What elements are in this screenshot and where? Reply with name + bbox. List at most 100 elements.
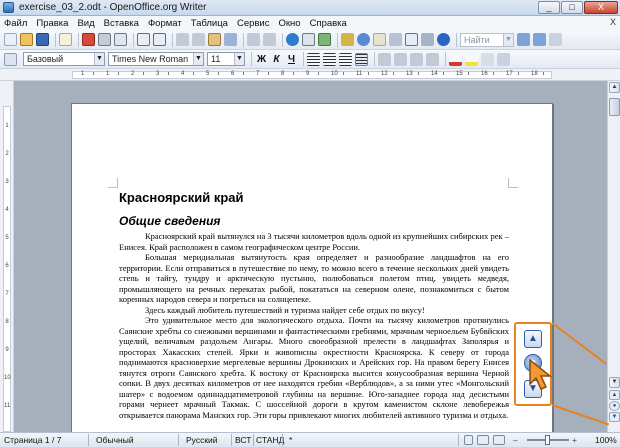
menu-format[interactable]: Формат xyxy=(148,18,182,29)
menu-insert[interactable]: Вставка xyxy=(104,18,139,29)
italic-button[interactable]: К xyxy=(270,53,283,66)
find-previous-icon[interactable] xyxy=(533,33,546,46)
toolbar-separator xyxy=(55,32,56,47)
navigator-icon[interactable] xyxy=(357,33,370,46)
numbering-icon[interactable] xyxy=(378,52,391,66)
nonprinting-characters-icon[interactable] xyxy=(405,33,418,46)
menu-bar: Файл Правка Вид Вставка Формат Таблица С… xyxy=(0,16,620,30)
menu-window[interactable]: Окно xyxy=(278,18,300,29)
page-indicator[interactable]: Страница 1 / 7 xyxy=(4,435,61,446)
navigation-icon[interactable]: ● xyxy=(609,401,620,411)
scroll-up-arrow-icon[interactable]: ▲ xyxy=(609,82,620,93)
bold-button[interactable]: Ж xyxy=(255,53,268,66)
zoom-in-icon[interactable]: + xyxy=(572,435,577,446)
undo-icon[interactable] xyxy=(247,33,260,46)
ruler-number: 1 xyxy=(106,71,110,77)
ruler-tick xyxy=(193,72,194,75)
zoom-icon[interactable] xyxy=(421,33,434,46)
menu-edit[interactable]: Правка xyxy=(36,18,68,29)
ruler-number: 1 xyxy=(81,71,85,77)
help-icon[interactable] xyxy=(437,33,450,46)
document-page[interactable]: Красноярский край Общие сведения Красноя… xyxy=(71,103,553,432)
paragraph-style-select[interactable]: Базовый ▼ xyxy=(23,52,105,66)
chevron-down-icon: ▼ xyxy=(503,33,513,46)
zoom-out-icon[interactable]: – xyxy=(513,435,518,446)
spellcheck-icon[interactable] xyxy=(137,33,150,46)
new-document-icon[interactable] xyxy=(4,33,17,46)
toolbar-options-icon[interactable] xyxy=(549,33,562,46)
ruler-number: 3 xyxy=(156,71,160,77)
save-icon[interactable] xyxy=(36,33,49,46)
background-color-icon[interactable] xyxy=(481,52,494,66)
paste-icon[interactable] xyxy=(208,33,221,46)
menu-view[interactable]: Вид xyxy=(77,18,94,29)
scroll-down-arrow-icon[interactable]: ▼ xyxy=(609,377,620,388)
find-replace-icon[interactable] xyxy=(341,33,354,46)
ruler-number: 18 xyxy=(531,71,538,77)
selection-mode-label[interactable]: СТАНД xyxy=(256,435,284,446)
vertical-scrollbar[interactable]: ▲ ▼ ▲ ● ▼ xyxy=(607,81,620,432)
minimize-button[interactable]: _ xyxy=(538,1,560,14)
language-label[interactable]: Русский xyxy=(186,435,218,446)
chevron-down-icon: ▼ xyxy=(234,53,244,65)
ruler-tick xyxy=(543,72,544,75)
export-pdf-icon[interactable] xyxy=(82,33,95,46)
menu-table[interactable]: Таблица xyxy=(191,18,228,29)
menu-help[interactable]: Справка xyxy=(310,18,347,29)
align-right-icon[interactable] xyxy=(339,52,352,66)
page-style-label[interactable]: Обычный xyxy=(96,435,134,446)
next-page-icon[interactable]: ▼ xyxy=(609,412,620,422)
bullets-icon[interactable] xyxy=(394,52,407,66)
justify-icon[interactable] xyxy=(355,52,368,66)
text-boundary-corner xyxy=(108,178,118,188)
align-center-icon[interactable] xyxy=(323,52,336,66)
zoom-level[interactable]: 100% xyxy=(595,435,617,446)
edit-file-icon[interactable] xyxy=(59,33,72,46)
toolbar-options-icon[interactable] xyxy=(497,52,510,66)
open-folder-icon[interactable] xyxy=(20,33,33,46)
underline-button[interactable]: Ч xyxy=(285,53,298,66)
single-page-view-icon[interactable] xyxy=(464,435,473,445)
increase-indent-icon[interactable] xyxy=(426,52,439,66)
show-draw-functions-icon[interactable] xyxy=(318,33,331,46)
multi-page-view-icon[interactable] xyxy=(477,435,489,445)
find-text-input[interactable]: Найти ▼ xyxy=(460,32,514,47)
status-divider xyxy=(178,434,179,446)
vertical-ruler[interactable]: 1 2 3 4 5 6 7 8 9 10 11 xyxy=(0,81,14,432)
close-window-button[interactable]: X xyxy=(584,1,618,14)
font-size-select[interactable]: 11 ▼ xyxy=(207,52,245,66)
table-icon[interactable] xyxy=(302,33,315,46)
clone-formatting-icon[interactable] xyxy=(224,33,237,46)
redo-icon[interactable] xyxy=(263,33,276,46)
print-icon[interactable] xyxy=(98,33,111,46)
ruler-number: 3 xyxy=(5,179,9,185)
book-view-icon[interactable] xyxy=(493,435,505,445)
styles-formatting-icon[interactable] xyxy=(4,52,17,66)
text-boundary-corner xyxy=(508,178,518,188)
data-sources-icon[interactable] xyxy=(389,33,402,46)
previous-page-icon[interactable]: ▲ xyxy=(609,390,620,400)
autospellcheck-icon[interactable] xyxy=(153,33,166,46)
font-name-select[interactable]: Times New Roman ▼ xyxy=(108,52,204,66)
align-left-icon[interactable] xyxy=(307,52,320,66)
insert-mode-label[interactable]: ВСТ xyxy=(235,435,251,446)
horizontal-ruler[interactable]: 1 1 2 3 4 5 6 7 8 9 10 11 12 13 14 15 16 17 18 xyxy=(0,69,620,81)
menu-tools[interactable]: Сервис xyxy=(237,18,270,29)
decrease-indent-icon[interactable] xyxy=(410,52,423,66)
font-color-icon[interactable] xyxy=(449,52,462,66)
print-preview-icon[interactable] xyxy=(114,33,127,46)
hyperlink-icon[interactable] xyxy=(286,33,299,46)
menu-file[interactable]: Файл xyxy=(4,18,27,29)
zoom-slider-handle[interactable] xyxy=(545,435,550,445)
ruler-tick xyxy=(143,72,144,75)
scroll-thumb[interactable] xyxy=(609,98,620,116)
close-document-button[interactable]: X xyxy=(610,17,616,27)
find-next-icon[interactable] xyxy=(517,33,530,46)
cut-icon[interactable] xyxy=(176,33,189,46)
copy-icon[interactable] xyxy=(192,33,205,46)
gallery-icon[interactable] xyxy=(373,33,386,46)
highlighting-icon[interactable] xyxy=(465,52,478,66)
maximize-button[interactable]: □ xyxy=(561,1,583,14)
ruler-tick xyxy=(468,72,469,75)
document-body[interactable]: Красноярский край Общие сведения Красноя… xyxy=(119,190,509,420)
